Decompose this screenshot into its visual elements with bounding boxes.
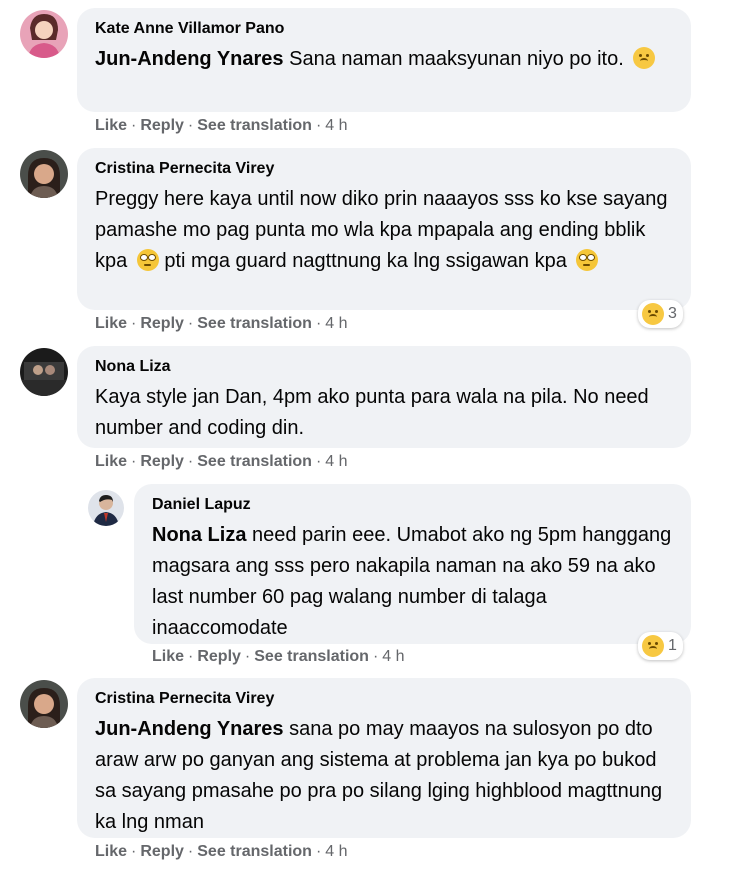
- reply-button[interactable]: Reply: [140, 453, 184, 470]
- like-button[interactable]: Like: [95, 315, 127, 332]
- like-button[interactable]: Like: [95, 453, 127, 470]
- mention-link[interactable]: Nona Liza: [152, 524, 246, 546]
- comment-bubble: Daniel Lapuz Nona Liza need parin eee. U…: [134, 484, 691, 644]
- reaction-count: 1: [668, 637, 677, 654]
- comment-bubble: Nona Liza Kaya style jan Dan, 4pm ako pu…: [77, 346, 691, 448]
- reaction-badge[interactable]: 1: [638, 632, 683, 660]
- avatar[interactable]: [20, 348, 68, 396]
- sad-reaction-icon: [642, 303, 664, 325]
- comment-timestamp[interactable]: 4 h: [325, 843, 347, 860]
- comment-timestamp[interactable]: 4 h: [325, 315, 347, 332]
- comment-timestamp[interactable]: 4 h: [325, 453, 347, 470]
- rolling-eyes-icon: [576, 249, 599, 271]
- comment-bubble: Kate Anne Villamor Pano Jun-Andeng Ynare…: [77, 8, 691, 112]
- like-button[interactable]: Like: [95, 843, 127, 860]
- comment-author[interactable]: Nona Liza: [95, 356, 673, 378]
- comment-actions: Like · Reply · See translation · 4 h: [95, 453, 348, 470]
- comment-actions: Like · Reply · See translation · 4 h: [95, 315, 348, 332]
- avatar[interactable]: [20, 10, 68, 58]
- comment-author[interactable]: Cristina Pernecita Virey: [95, 688, 673, 710]
- reply-button[interactable]: Reply: [140, 117, 184, 134]
- reply-button[interactable]: Reply: [197, 648, 241, 665]
- avatar[interactable]: [20, 680, 68, 728]
- comment-text: Kaya style jan Dan, 4pm ako punta para w…: [95, 386, 649, 439]
- see-translation-link[interactable]: See translation: [197, 315, 312, 332]
- see-translation-link[interactable]: See translation: [197, 453, 312, 470]
- comment-author[interactable]: Daniel Lapuz: [152, 494, 673, 516]
- comment-text: Nona Liza need parin eee. Umabot ako ng …: [152, 524, 672, 639]
- reaction-badge[interactable]: 3: [638, 300, 683, 328]
- comment-text: Jun-Andeng Ynares Sana naman maaksyunan …: [95, 44, 673, 75]
- see-translation-link[interactable]: See translation: [254, 648, 369, 665]
- comment-bubble: Cristina Pernecita Virey Preggy here kay…: [77, 148, 691, 310]
- avatar[interactable]: [20, 150, 68, 198]
- like-button[interactable]: Like: [95, 117, 127, 134]
- sad-face-icon: [633, 47, 656, 69]
- rolling-eyes-icon: [136, 249, 159, 271]
- comment-author[interactable]: Kate Anne Villamor Pano: [95, 18, 673, 40]
- comment-text: Preggy here kaya until now diko prin naa…: [95, 188, 668, 272]
- mention-link[interactable]: Jun-Andeng Ynares: [95, 718, 284, 740]
- comment-timestamp[interactable]: 4 h: [382, 648, 404, 665]
- comment-bubble: Cristina Pernecita Virey Jun-Andeng Ynar…: [77, 678, 691, 838]
- comment-actions: Like · Reply · See translation · 4 h: [95, 117, 348, 134]
- mention-link[interactable]: Jun-Andeng Ynares: [95, 48, 284, 70]
- like-button[interactable]: Like: [152, 648, 184, 665]
- reaction-count: 3: [668, 305, 677, 322]
- comment-actions: Like · Reply · See translation · 4 h: [95, 843, 348, 860]
- comment-timestamp[interactable]: 4 h: [325, 117, 347, 134]
- see-translation-link[interactable]: See translation: [197, 843, 312, 860]
- comment-text: Jun-Andeng Ynares sana po may maayos na …: [95, 718, 663, 833]
- avatar[interactable]: [88, 490, 124, 526]
- comment-actions: Like · Reply · See translation · 4 h: [152, 648, 405, 665]
- reply-button[interactable]: Reply: [140, 843, 184, 860]
- comment-author[interactable]: Cristina Pernecita Virey: [95, 158, 673, 180]
- see-translation-link[interactable]: See translation: [197, 117, 312, 134]
- reply-button[interactable]: Reply: [140, 315, 184, 332]
- sad-reaction-icon: [642, 635, 664, 657]
